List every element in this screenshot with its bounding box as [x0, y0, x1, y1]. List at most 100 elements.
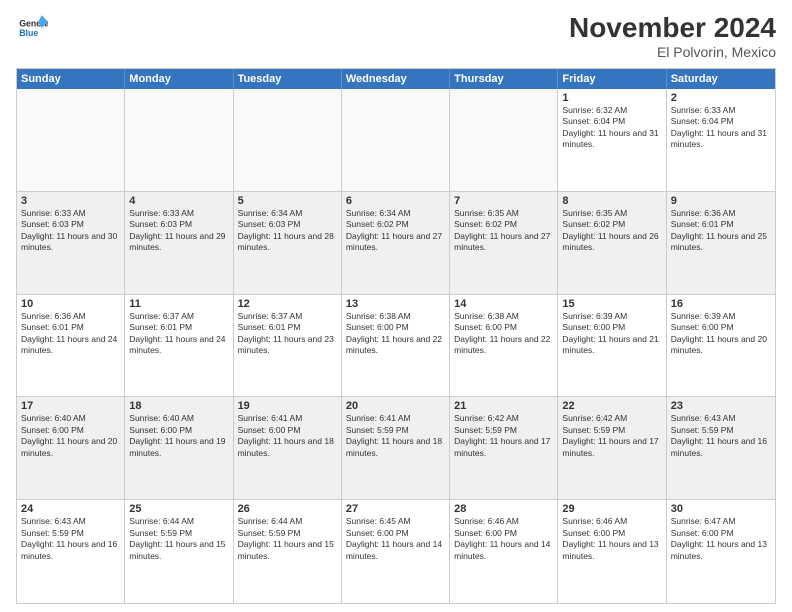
day-detail: Sunrise: 6:38 AM Sunset: 6:00 PM Dayligh… [346, 311, 445, 357]
weekday-header: Thursday [450, 69, 558, 89]
empty-cell [234, 89, 342, 191]
day-detail: Sunrise: 6:44 AM Sunset: 5:59 PM Dayligh… [129, 516, 228, 562]
day-cell: 14Sunrise: 6:38 AM Sunset: 6:00 PM Dayli… [450, 295, 558, 397]
day-detail: Sunrise: 6:33 AM Sunset: 6:03 PM Dayligh… [129, 208, 228, 254]
day-cell: 3Sunrise: 6:33 AM Sunset: 6:03 PM Daylig… [17, 192, 125, 294]
day-number: 21 [454, 400, 553, 412]
day-cell: 26Sunrise: 6:44 AM Sunset: 5:59 PM Dayli… [234, 500, 342, 603]
day-cell: 27Sunrise: 6:45 AM Sunset: 6:00 PM Dayli… [342, 500, 450, 603]
weekday-header: Tuesday [234, 69, 342, 89]
calendar-row: 1Sunrise: 6:32 AM Sunset: 6:04 PM Daylig… [17, 89, 775, 192]
day-cell: 15Sunrise: 6:39 AM Sunset: 6:00 PM Dayli… [558, 295, 666, 397]
calendar-subtitle: El Polvorin, Mexico [569, 44, 776, 60]
day-cell: 28Sunrise: 6:46 AM Sunset: 6:00 PM Dayli… [450, 500, 558, 603]
day-cell: 22Sunrise: 6:42 AM Sunset: 5:59 PM Dayli… [558, 397, 666, 499]
day-number: 4 [129, 195, 228, 207]
logo: General Blue [16, 12, 48, 44]
day-cell: 21Sunrise: 6:42 AM Sunset: 5:59 PM Dayli… [450, 397, 558, 499]
day-number: 10 [21, 298, 120, 310]
day-cell: 19Sunrise: 6:41 AM Sunset: 6:00 PM Dayli… [234, 397, 342, 499]
day-cell: 9Sunrise: 6:36 AM Sunset: 6:01 PM Daylig… [667, 192, 775, 294]
day-number: 16 [671, 298, 771, 310]
day-number: 8 [562, 195, 661, 207]
weekday-header: Friday [558, 69, 666, 89]
weekday-header: Sunday [17, 69, 125, 89]
day-detail: Sunrise: 6:34 AM Sunset: 6:02 PM Dayligh… [346, 208, 445, 254]
day-cell: 10Sunrise: 6:36 AM Sunset: 6:01 PM Dayli… [17, 295, 125, 397]
day-detail: Sunrise: 6:45 AM Sunset: 6:00 PM Dayligh… [346, 516, 445, 562]
day-detail: Sunrise: 6:33 AM Sunset: 6:03 PM Dayligh… [21, 208, 120, 254]
day-cell: 7Sunrise: 6:35 AM Sunset: 6:02 PM Daylig… [450, 192, 558, 294]
day-cell: 4Sunrise: 6:33 AM Sunset: 6:03 PM Daylig… [125, 192, 233, 294]
calendar: SundayMondayTuesdayWednesdayThursdayFrid… [16, 68, 776, 604]
empty-cell [450, 89, 558, 191]
calendar-title: November 2024 [569, 12, 776, 44]
day-detail: Sunrise: 6:41 AM Sunset: 5:59 PM Dayligh… [346, 413, 445, 459]
day-number: 6 [346, 195, 445, 207]
day-detail: Sunrise: 6:39 AM Sunset: 6:00 PM Dayligh… [671, 311, 771, 357]
day-detail: Sunrise: 6:37 AM Sunset: 6:01 PM Dayligh… [129, 311, 228, 357]
weekday-header: Monday [125, 69, 233, 89]
weekday-header: Saturday [667, 69, 775, 89]
day-number: 26 [238, 503, 337, 515]
header: General Blue November 2024 El Polvorin, … [16, 12, 776, 60]
day-cell: 17Sunrise: 6:40 AM Sunset: 6:00 PM Dayli… [17, 397, 125, 499]
day-number: 17 [21, 400, 120, 412]
day-number: 30 [671, 503, 771, 515]
day-cell: 18Sunrise: 6:40 AM Sunset: 6:00 PM Dayli… [125, 397, 233, 499]
day-number: 7 [454, 195, 553, 207]
day-cell: 30Sunrise: 6:47 AM Sunset: 6:00 PM Dayli… [667, 500, 775, 603]
day-detail: Sunrise: 6:32 AM Sunset: 6:04 PM Dayligh… [562, 105, 661, 151]
calendar-header: SundayMondayTuesdayWednesdayThursdayFrid… [17, 69, 775, 89]
svg-text:Blue: Blue [19, 28, 38, 38]
day-number: 22 [562, 400, 661, 412]
day-detail: Sunrise: 6:42 AM Sunset: 5:59 PM Dayligh… [562, 413, 661, 459]
day-number: 24 [21, 503, 120, 515]
calendar-row: 17Sunrise: 6:40 AM Sunset: 6:00 PM Dayli… [17, 397, 775, 500]
day-number: 3 [21, 195, 120, 207]
day-cell: 20Sunrise: 6:41 AM Sunset: 5:59 PM Dayli… [342, 397, 450, 499]
day-cell: 5Sunrise: 6:34 AM Sunset: 6:03 PM Daylig… [234, 192, 342, 294]
day-number: 9 [671, 195, 771, 207]
day-number: 27 [346, 503, 445, 515]
day-detail: Sunrise: 6:43 AM Sunset: 5:59 PM Dayligh… [671, 413, 771, 459]
day-number: 14 [454, 298, 553, 310]
day-detail: Sunrise: 6:35 AM Sunset: 6:02 PM Dayligh… [562, 208, 661, 254]
day-number: 18 [129, 400, 228, 412]
calendar-row: 10Sunrise: 6:36 AM Sunset: 6:01 PM Dayli… [17, 295, 775, 398]
day-number: 25 [129, 503, 228, 515]
day-number: 12 [238, 298, 337, 310]
day-number: 20 [346, 400, 445, 412]
day-detail: Sunrise: 6:36 AM Sunset: 6:01 PM Dayligh… [21, 311, 120, 357]
day-cell: 16Sunrise: 6:39 AM Sunset: 6:00 PM Dayli… [667, 295, 775, 397]
day-detail: Sunrise: 6:37 AM Sunset: 6:01 PM Dayligh… [238, 311, 337, 357]
day-cell: 1Sunrise: 6:32 AM Sunset: 6:04 PM Daylig… [558, 89, 666, 191]
day-cell: 25Sunrise: 6:44 AM Sunset: 5:59 PM Dayli… [125, 500, 233, 603]
calendar-body: 1Sunrise: 6:32 AM Sunset: 6:04 PM Daylig… [17, 89, 775, 603]
day-number: 19 [238, 400, 337, 412]
day-detail: Sunrise: 6:42 AM Sunset: 5:59 PM Dayligh… [454, 413, 553, 459]
day-detail: Sunrise: 6:44 AM Sunset: 5:59 PM Dayligh… [238, 516, 337, 562]
day-cell: 2Sunrise: 6:33 AM Sunset: 6:04 PM Daylig… [667, 89, 775, 191]
day-detail: Sunrise: 6:33 AM Sunset: 6:04 PM Dayligh… [671, 105, 771, 151]
day-cell: 13Sunrise: 6:38 AM Sunset: 6:00 PM Dayli… [342, 295, 450, 397]
day-cell: 29Sunrise: 6:46 AM Sunset: 6:00 PM Dayli… [558, 500, 666, 603]
page: General Blue November 2024 El Polvorin, … [0, 0, 792, 612]
day-number: 5 [238, 195, 337, 207]
day-number: 13 [346, 298, 445, 310]
empty-cell [17, 89, 125, 191]
day-cell: 6Sunrise: 6:34 AM Sunset: 6:02 PM Daylig… [342, 192, 450, 294]
day-number: 29 [562, 503, 661, 515]
day-cell: 11Sunrise: 6:37 AM Sunset: 6:01 PM Dayli… [125, 295, 233, 397]
day-detail: Sunrise: 6:40 AM Sunset: 6:00 PM Dayligh… [129, 413, 228, 459]
day-number: 11 [129, 298, 228, 310]
empty-cell [125, 89, 233, 191]
day-number: 23 [671, 400, 771, 412]
day-detail: Sunrise: 6:39 AM Sunset: 6:00 PM Dayligh… [562, 311, 661, 357]
empty-cell [342, 89, 450, 191]
day-detail: Sunrise: 6:40 AM Sunset: 6:00 PM Dayligh… [21, 413, 120, 459]
weekday-header: Wednesday [342, 69, 450, 89]
day-number: 28 [454, 503, 553, 515]
day-number: 2 [671, 92, 771, 104]
day-detail: Sunrise: 6:38 AM Sunset: 6:00 PM Dayligh… [454, 311, 553, 357]
